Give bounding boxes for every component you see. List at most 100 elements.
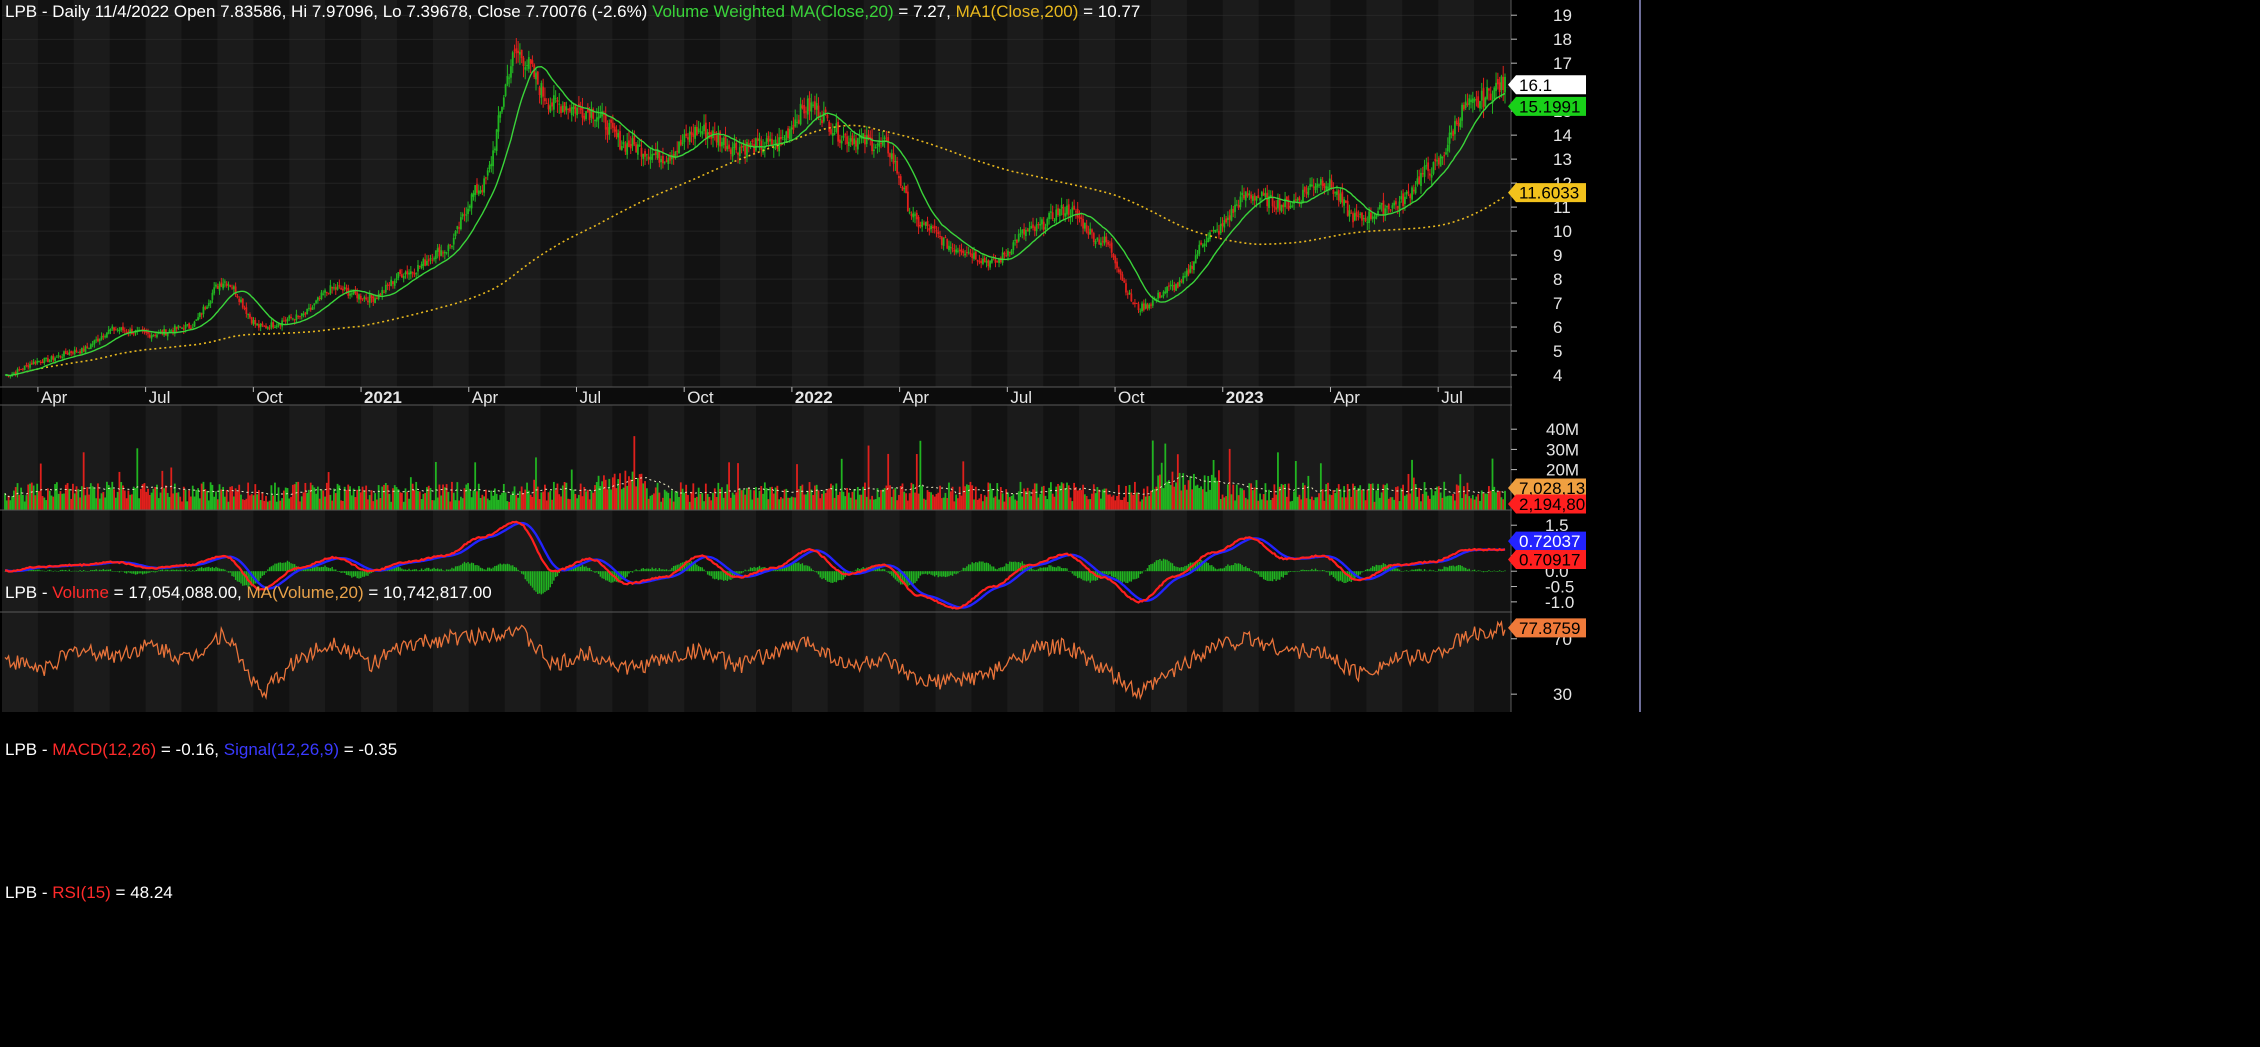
macd-hist-bar [204, 567, 206, 572]
volume-bar [118, 471, 121, 510]
macd-hist-bar [651, 567, 653, 572]
macd-hist-bar [585, 566, 587, 572]
volume-bar [1225, 496, 1227, 510]
candle-body [1219, 223, 1222, 234]
macd-hist-bar [1445, 566, 1447, 572]
candle-body [713, 131, 716, 134]
macd-hist-bar [1497, 571, 1499, 572]
candle-body [1244, 191, 1247, 201]
macd-hist-bar [1035, 569, 1038, 572]
macd-hist-bar [948, 571, 950, 577]
candle-body [701, 131, 704, 135]
volume-bar [299, 501, 301, 510]
volume-bar [411, 483, 414, 510]
volume-bar [1117, 484, 1120, 510]
volume-bar [738, 488, 741, 510]
volume-bar [1482, 493, 1485, 510]
candle-body [660, 158, 663, 163]
candle-body [1030, 226, 1033, 229]
candle-body [558, 103, 561, 105]
volume-bar [608, 478, 611, 510]
macd-hist-bar [320, 566, 323, 572]
candle-body [628, 140, 630, 147]
volume-bar [452, 492, 455, 510]
macd-hist-bar [1216, 569, 1218, 572]
macd-hist-bar [624, 571, 627, 579]
candle-body [1332, 189, 1335, 194]
macd-hist-bar [631, 571, 634, 573]
macd-hist-bar [433, 567, 435, 572]
volume-bar [401, 492, 403, 510]
volume-bar [232, 496, 235, 510]
volume-bar [1421, 493, 1424, 510]
macd-hist-bar [1248, 568, 1251, 572]
candle-body [195, 319, 198, 321]
volume-bar [216, 499, 219, 510]
candle-body [518, 52, 521, 55]
volume-bar [290, 497, 292, 510]
volume-bar [25, 495, 28, 510]
volume-bar [867, 445, 870, 510]
macd-hist-bar [225, 570, 228, 572]
volume-bar [415, 481, 418, 510]
macd-hist-bar [234, 571, 237, 580]
candle-body [1119, 270, 1122, 275]
candle-body [1266, 192, 1269, 207]
volume-bar [1316, 497, 1319, 510]
macd-hist-bar [188, 570, 190, 572]
candle-body [1003, 252, 1006, 255]
header-macd-name: MACD(12,26) [52, 740, 156, 759]
volume-bar [63, 493, 65, 510]
volume-bar [383, 484, 385, 510]
candle-body [889, 153, 891, 158]
candle-body [810, 102, 813, 112]
macd-hist-bar [1400, 571, 1403, 572]
candle-body [318, 298, 321, 300]
macd-hist-bar [1232, 565, 1234, 572]
volume-bar [1500, 497, 1503, 510]
candle-body [1157, 292, 1160, 299]
candle-body [545, 102, 548, 104]
volume-bar [138, 498, 140, 510]
volume-bar [851, 491, 854, 510]
candle-body [1296, 198, 1299, 202]
macd-hist-bar [1132, 571, 1134, 580]
macd-hist-bar [533, 571, 535, 591]
macd-hist-bar [1482, 571, 1485, 573]
candle-body [424, 259, 427, 266]
macd-hist-bar [213, 568, 215, 572]
candle-body [188, 323, 191, 329]
volume-bar [790, 496, 793, 510]
candle-body [198, 312, 201, 317]
macd-hist-bar [1420, 569, 1422, 572]
macd-hist-bar [1152, 563, 1154, 572]
volume-bar [21, 494, 24, 510]
volume-bar [1157, 475, 1160, 510]
volume-bar [944, 492, 947, 510]
candle-body [1046, 218, 1049, 227]
macd-hist-bar [54, 570, 56, 572]
macd-hist-bar [208, 566, 210, 572]
candle-body [1089, 228, 1092, 235]
candle-body [1134, 302, 1136, 305]
macd-hist-bar [855, 569, 857, 572]
macd-hist-bar [1338, 571, 1340, 582]
volume-bar [1023, 488, 1025, 510]
candle-body [808, 97, 811, 112]
stock-chart[interactable]: Apr Jul Oct 2021 Apr Jul Oct 2022 Apr Jul Oct 2023 A… [0, 0, 2260, 1047]
candle-body [1371, 216, 1374, 220]
volume-bar [1284, 483, 1286, 510]
candle-body [181, 327, 183, 329]
candle-body [1421, 173, 1424, 175]
macd-hist-bar [277, 562, 280, 572]
volume-bar [1420, 501, 1422, 510]
candle-body [544, 98, 546, 102]
volume-bar [408, 498, 410, 510]
volume-bar [145, 491, 148, 510]
candle-body [1312, 186, 1315, 188]
volume-bar [878, 497, 881, 510]
volume-bar [1309, 499, 1312, 510]
candle-body [1482, 88, 1485, 108]
candle-body [1176, 282, 1179, 288]
volume-bar [1060, 482, 1063, 510]
